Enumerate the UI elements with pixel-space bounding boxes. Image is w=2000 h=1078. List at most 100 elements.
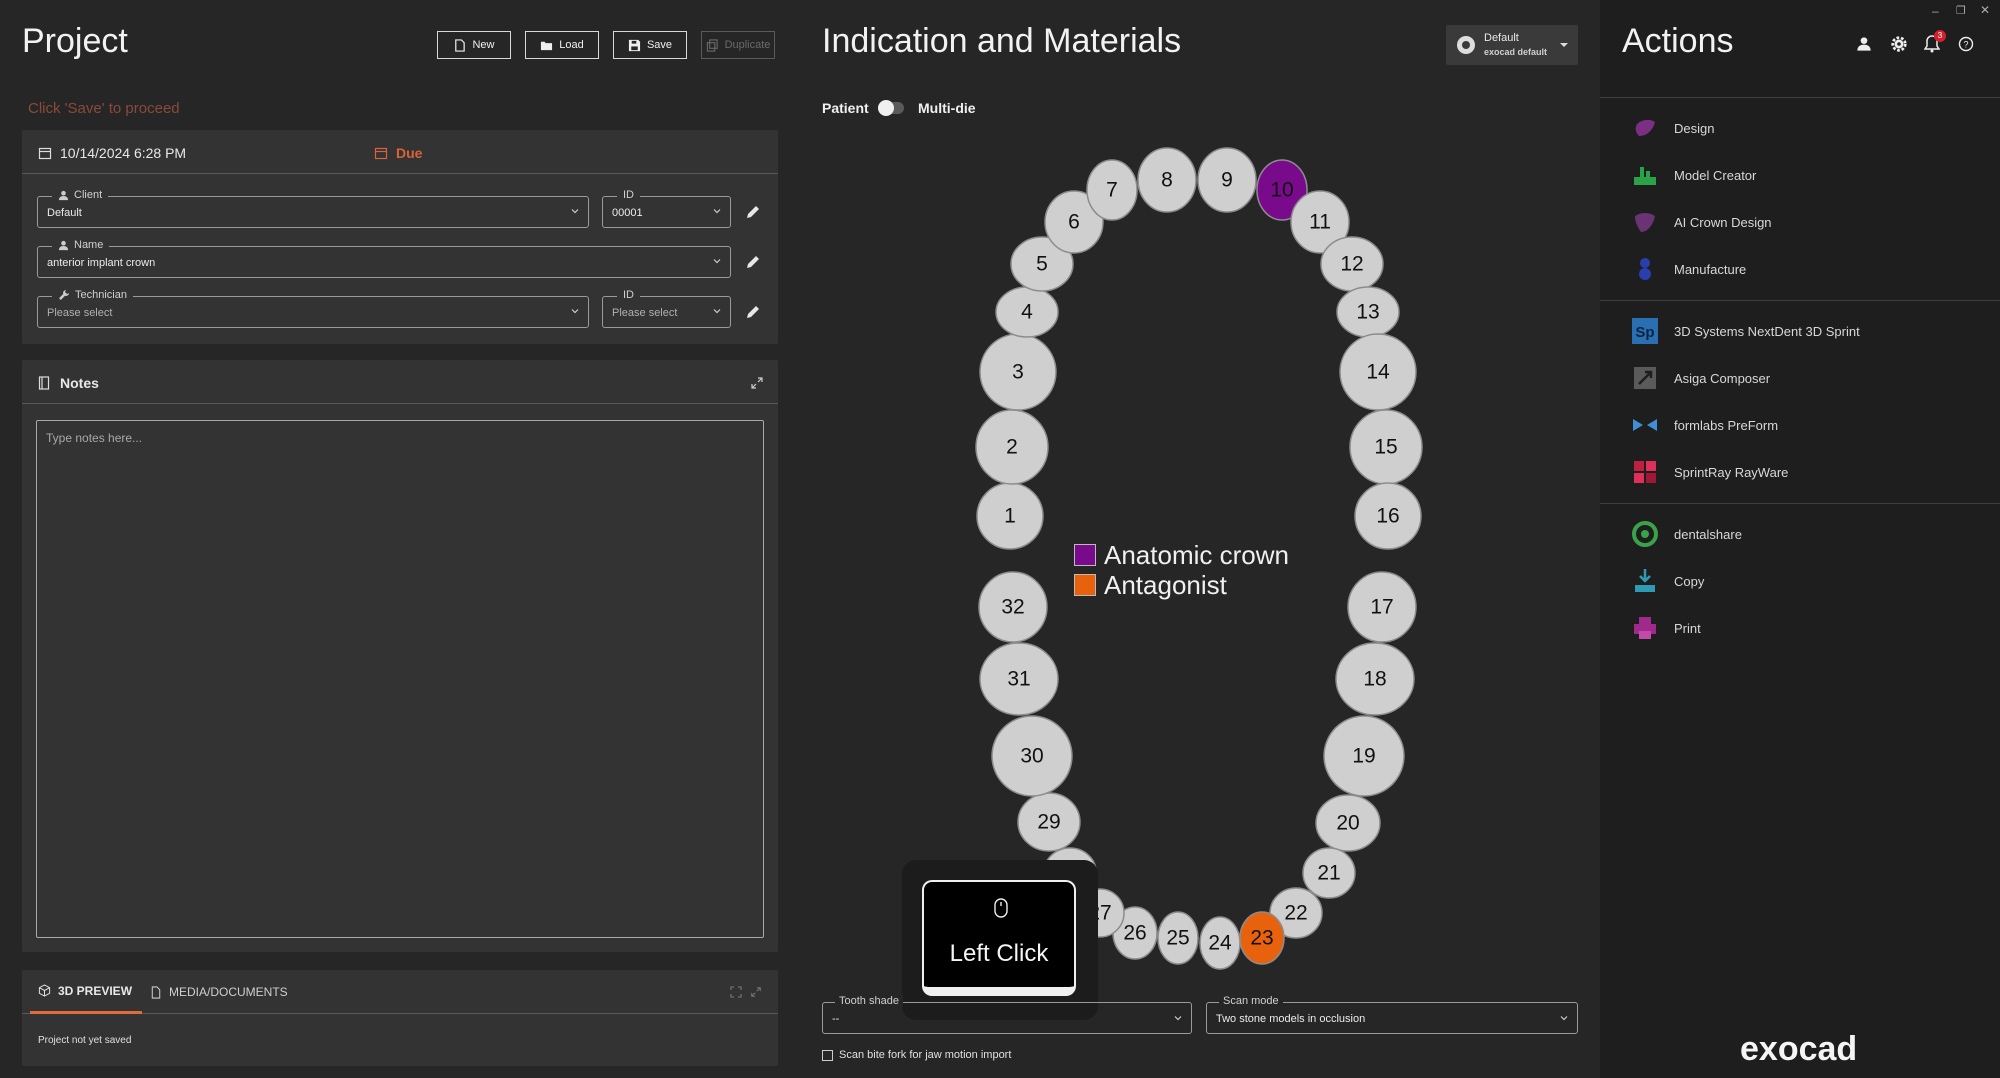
scan-bite-fork-label: Scan bite fork for jaw motion import xyxy=(839,1049,1012,1061)
tooth-number: 12 xyxy=(1340,253,1363,276)
tooth-number: 3 xyxy=(1012,361,1024,384)
tooth-4[interactable]: 4 xyxy=(995,286,1059,338)
action-dentalshare[interactable]: dentalshare xyxy=(1630,514,1742,554)
tooth-20[interactable]: 20 xyxy=(1315,794,1381,852)
action-label: AI Crown Design xyxy=(1674,214,1772,230)
tooth-number: 13 xyxy=(1356,301,1379,324)
actions-divider xyxy=(1600,503,2000,504)
tooth-2[interactable]: 2 xyxy=(975,409,1049,485)
scan-mode-label: Scan mode xyxy=(1219,995,1283,1007)
notification-badge: 3 xyxy=(1934,30,1946,42)
scan-bite-fork-option[interactable]: Scan bite fork for jaw motion import xyxy=(822,1049,1011,1061)
tooth-32[interactable]: 32 xyxy=(978,571,1048,643)
tooth-number: 23 xyxy=(1250,927,1273,950)
action-nextdent-sprint[interactable]: Sp 3D Systems NextDent 3D Sprint xyxy=(1630,311,1860,351)
tooth-number: 18 xyxy=(1363,668,1386,691)
help-icon[interactable]: ? xyxy=(1958,36,1974,52)
svg-text:Sp: Sp xyxy=(1635,324,1654,341)
tooth-23[interactable]: 23 xyxy=(1239,911,1285,965)
action-asiga-composer[interactable]: Asiga Composer xyxy=(1630,358,1770,398)
exocad-logo: exocad xyxy=(1740,1030,1858,1068)
legend-label: Antagonist xyxy=(1104,569,1227,600)
tooth-29[interactable]: 29 xyxy=(1017,792,1081,852)
close-icon[interactable]: ✕ xyxy=(1980,3,1990,17)
action-copy[interactable]: Copy xyxy=(1630,561,1704,601)
tooth-21[interactable]: 21 xyxy=(1302,847,1356,899)
actions-divider xyxy=(1600,97,2000,98)
action-formlabs-preform[interactable]: formlabs PreForm xyxy=(1630,405,1778,445)
tooth-14[interactable]: 14 xyxy=(1339,333,1417,411)
action-label: Manufacture xyxy=(1674,261,1747,277)
tooth-number: 30 xyxy=(1020,745,1043,768)
tooth-13[interactable]: 13 xyxy=(1336,286,1400,338)
tooth-number: 1 xyxy=(1004,505,1016,528)
tooth-1[interactable]: 1 xyxy=(976,482,1044,550)
action-model-creator[interactable]: Model Creator xyxy=(1630,155,1756,195)
settings-gear-icon[interactable] xyxy=(1890,35,1908,53)
actions-panel: Actions – ❐ ✕ 3 ? Design Model Creator A… xyxy=(1600,0,2000,1078)
tooth-16[interactable]: 16 xyxy=(1354,482,1422,550)
3d-systems-sp-icon: Sp xyxy=(1630,316,1660,346)
action-print[interactable]: Print xyxy=(1630,608,1701,648)
asiga-icon xyxy=(1630,363,1660,393)
tooth-number: 14 xyxy=(1366,361,1390,384)
tooth-number: 26 xyxy=(1123,922,1146,945)
action-label: Print xyxy=(1674,620,1701,636)
tooth-number: 25 xyxy=(1166,927,1189,950)
action-label: Copy xyxy=(1674,573,1705,589)
tooth-number: 24 xyxy=(1208,932,1232,955)
chevron-down-icon xyxy=(1560,1016,1568,1021)
tooth-number: 20 xyxy=(1336,812,1359,835)
sprintray-icon xyxy=(1630,457,1660,487)
tooth-31[interactable]: 31 xyxy=(979,642,1059,716)
action-label: 3D Systems NextDent 3D Sprint xyxy=(1674,323,1860,339)
tooth-shade-select[interactable]: Tooth shade -- xyxy=(822,995,1192,1034)
tooth-number: 16 xyxy=(1376,505,1399,528)
action-label: Asiga Composer xyxy=(1674,370,1771,386)
tooth-number: 5 xyxy=(1036,253,1048,276)
action-label: Design xyxy=(1674,120,1715,136)
scan-mode-select[interactable]: Scan mode Two stone models in occlusion xyxy=(1206,995,1578,1034)
restore-icon[interactable]: ❐ xyxy=(1956,4,1966,17)
tooth-number: 4 xyxy=(1021,301,1033,324)
svg-text:?: ? xyxy=(1963,40,1968,50)
click-indicator-backdrop: Left Click xyxy=(902,860,1098,1020)
minimize-icon[interactable]: – xyxy=(1932,4,1939,18)
tooth-18[interactable]: 18 xyxy=(1335,642,1415,716)
action-design[interactable]: Design xyxy=(1630,108,1714,148)
click-indicator-label: Left Click xyxy=(949,940,1049,967)
tooth-24[interactable]: 24 xyxy=(1199,916,1241,970)
tooth-8[interactable]: 8 xyxy=(1137,147,1197,213)
scan-bite-fork-checkbox[interactable] xyxy=(822,1049,833,1061)
action-sprintray-rayware[interactable]: SprintRay RayWare xyxy=(1630,452,1788,492)
tooth-3[interactable]: 3 xyxy=(979,333,1057,411)
action-label: dentalshare xyxy=(1674,526,1742,542)
tooth-number: 8 xyxy=(1161,169,1173,192)
ai-crown-design-icon xyxy=(1630,207,1660,237)
tooth-number: 22 xyxy=(1284,902,1307,925)
design-icon xyxy=(1630,113,1660,143)
legend-anatomic-crown: Anatomic crown xyxy=(1074,540,1289,570)
tooth-number: 2 xyxy=(1006,436,1018,459)
tooth-7[interactable]: 7 xyxy=(1086,159,1138,221)
tooth-30[interactable]: 30 xyxy=(991,715,1073,797)
tooth-12[interactable]: 12 xyxy=(1320,236,1384,292)
click-indicator: Left Click xyxy=(922,880,1076,996)
tooth-19[interactable]: 19 xyxy=(1323,715,1405,797)
tooth-9[interactable]: 9 xyxy=(1197,147,1257,213)
tooth-number: 17 xyxy=(1370,596,1393,619)
tooth-number: 31 xyxy=(1007,668,1030,691)
tooth-number: 7 xyxy=(1106,179,1118,202)
action-ai-crown-design[interactable]: AI Crown Design xyxy=(1630,202,1772,242)
tooth-shade-label: Tooth shade xyxy=(835,995,903,1007)
user-icon[interactable] xyxy=(1856,36,1872,52)
action-manufacture[interactable]: Manufacture xyxy=(1630,249,1746,289)
mouse-icon xyxy=(994,898,1008,918)
formlabs-icon xyxy=(1630,410,1660,440)
legend-antagonist: Antagonist xyxy=(1074,570,1289,600)
tooth-25[interactable]: 25 xyxy=(1157,911,1199,965)
tooth-17[interactable]: 17 xyxy=(1347,571,1417,643)
legend-swatch xyxy=(1074,544,1096,566)
action-label: formlabs PreForm xyxy=(1674,417,1779,433)
tooth-15[interactable]: 15 xyxy=(1349,409,1423,485)
